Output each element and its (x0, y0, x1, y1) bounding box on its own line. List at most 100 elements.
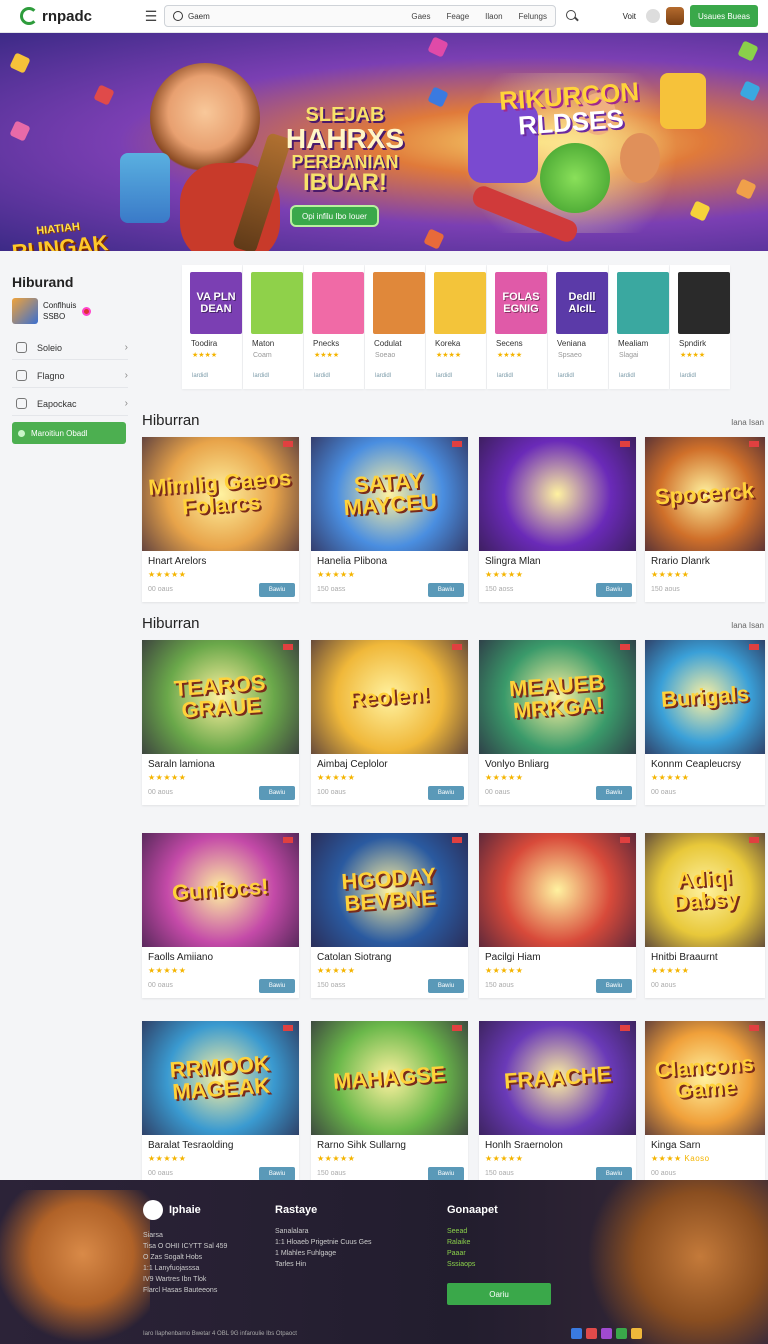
social-twitter-icon[interactable] (571, 1328, 582, 1339)
game-rating: ★★★★ Kaoso (651, 1154, 710, 1163)
play-button[interactable]: Bawiu (596, 786, 632, 800)
play-button[interactable]: Bawiu (596, 1167, 632, 1181)
footer-subscribe-button[interactable]: Oariu (447, 1283, 551, 1305)
game-rating: ★★★★★ (317, 570, 356, 579)
featured-game-card[interactable]: Dedll AIcIL Veniana Spsaeo lardidl (548, 265, 608, 389)
game-plays: 150 aoss (485, 586, 514, 593)
play-button[interactable]: Bawiu (428, 979, 464, 993)
footer-link[interactable]: Ralaike (447, 1237, 498, 1248)
notification-icon[interactable] (645, 9, 660, 23)
gem-icon (427, 36, 449, 58)
featured-game-thumbnail (434, 272, 486, 334)
section-more-link[interactable]: Iana Isan (731, 621, 764, 630)
game-card[interactable]: RRMOOK MAGEAK Baralat Tesraolding ★★★★★ 00 … (142, 1021, 299, 1186)
game-title: Honlh Sraernolon (485, 1140, 563, 1151)
game-rating: ★★★★★ (148, 966, 187, 975)
sidebar-item-label: Eapockac (37, 398, 77, 409)
search-link-1[interactable]: Gaes (411, 12, 430, 21)
game-card[interactable]: Reolen! Aimbaj Ceplolor ★★★★★ 100 oaus Bawiu (311, 640, 468, 805)
game-art-title: Spocerck (654, 477, 756, 510)
game-card[interactable]: SATAY MAYCEU Hanelia Plibona ★★★★★ 150 oass… (311, 437, 468, 602)
featured-game-card[interactable]: Codulat Soeao lardidl (365, 265, 425, 389)
header-cta-button[interactable]: Usaues Bueas (689, 5, 758, 27)
user-avatar[interactable] (665, 7, 684, 25)
visit-link[interactable]: Voit (623, 12, 636, 21)
search-input[interactable]: Gaem (188, 12, 395, 21)
social-youtube-icon[interactable] (586, 1328, 597, 1339)
featured-game-card[interactable]: Pnecks ★★★★ lardidl (304, 265, 364, 389)
play-button[interactable]: Bawiu (259, 583, 295, 597)
social-link-icon[interactable] (631, 1328, 642, 1339)
sidebar-title: Hiburand (12, 274, 74, 290)
footer-column-2: Rastaye Sanalalara 1:1 Hloaeb Prigetnie … (275, 1204, 372, 1270)
search-link-4[interactable]: Felungs (519, 12, 547, 21)
search-link-3[interactable]: Ilaon (485, 12, 502, 21)
game-card[interactable]: Clancons Game Kinga Sarn ★★★★ Kaoso 00 aous (645, 1021, 765, 1186)
play-button[interactable]: Bawiu (259, 1167, 295, 1181)
featured-game-meta: lardidl (497, 373, 514, 379)
featured-game-card[interactable]: FOLAS EGNIG Secens ★★★★ lardidl (487, 265, 547, 389)
footer-link[interactable]: Seead (447, 1226, 498, 1237)
game-art-title: MEAUEB MRKGA! (508, 669, 606, 724)
game-plays: 00 oaus (651, 789, 676, 796)
play-button[interactable]: Bawiu (428, 1167, 464, 1181)
hero-banner[interactable]: HIATIAH RUNGAK SLEJAB HAHRXS PERBANIAN I… (0, 33, 768, 251)
game-plays: 150 oaus (317, 1170, 346, 1177)
featured-game-card[interactable]: Mealiam Slagai lardidl (609, 265, 669, 389)
featured-game-card[interactable]: Koreka ★★★★ lardidl (426, 265, 486, 389)
play-button[interactable]: Bawiu (428, 583, 464, 597)
search-link-2[interactable]: Feage (446, 12, 469, 21)
footer-column-3: Gonaapet Seead Ralaike Paaar Sssiaops (447, 1204, 498, 1270)
play-button[interactable]: Bawiu (428, 786, 464, 800)
footer-link[interactable]: Sssiaops (447, 1259, 498, 1270)
play-button[interactable]: Bawiu (259, 979, 295, 993)
play-button[interactable]: Bawiu (596, 979, 632, 993)
game-card[interactable]: MEAUEB MRKGA! Vonlyo Bnliarg ★★★★★ 00 oaus B… (479, 640, 636, 805)
brand-logo[interactable]: rnpadc (20, 7, 130, 25)
hero-cta-button[interactable]: Opi infilu Ibo Iouer (290, 205, 379, 227)
game-card[interactable]: Slingra Mlan ★★★★★ 150 aoss Bawiu (479, 437, 636, 602)
featured-game-card[interactable]: Spndirk ★★★★ lardidl (670, 265, 730, 389)
new-badge (620, 644, 630, 650)
footer-link[interactable]: Paaar (447, 1248, 498, 1259)
hamburger-menu-icon[interactable]: ☰ (142, 8, 160, 25)
social-instagram-icon[interactable] (601, 1328, 612, 1339)
sidebar-item-2[interactable]: Flagno › (12, 364, 128, 388)
footer-link[interactable]: 1 Mlahles Fuhlgage (275, 1248, 372, 1259)
game-card[interactable]: MAHAGSE Rarno Sihk Sullarng ★★★★★ 150 oaus B… (311, 1021, 468, 1186)
hero-character-small (620, 133, 660, 183)
play-button[interactable]: Bawiu (259, 786, 295, 800)
game-card[interactable]: Gunfocs! Faolls Amiiano ★★★★★ 00 oaus Bawiu (142, 833, 299, 998)
footer-link[interactable]: 1:1 Hloaeb Prigetnie Cuus Ges (275, 1237, 372, 1248)
featured-game-card[interactable]: Maton Coam lardidl (243, 265, 303, 389)
footer-link[interactable]: Sanalalara (275, 1226, 372, 1237)
game-card[interactable]: Mimlig Gaeos Folarcs Hnart Arelors ★★★★★ 00… (142, 437, 299, 602)
footer-logo[interactable]: Iphaie (143, 1200, 227, 1220)
game-title: Rarno Sihk Sullarng (317, 1140, 406, 1151)
game-plays: 00 oaus (148, 982, 173, 989)
social-whatsapp-icon[interactable] (616, 1328, 627, 1339)
sidebar-cta-button[interactable]: Maroitiun Obadl (12, 422, 126, 444)
game-card[interactable]: Adiqi Dabsy Hnitbi Braaurnt ★★★★★ 00 aous (645, 833, 765, 998)
game-card[interactable]: Burigals Konnm Ceapleucrsy ★★★★★ 00 oaus (645, 640, 765, 805)
header-actions: Voit Usaues Bueas (623, 5, 758, 27)
game-card[interactable]: TEAROS GRAUE Saraln lamiona ★★★★★ 00 aous Ba… (142, 640, 299, 805)
sidebar-user[interactable]: Conflhuis SSBO (12, 298, 92, 324)
featured-game-card[interactable]: VA PLN DEAN Toodira ★★★★ lardidl (182, 265, 242, 389)
game-card[interactable]: FRAACHE Honlh Sraernolon ★★★★★ 150 oaus Bawi… (479, 1021, 636, 1186)
section-more-link[interactable]: Iana Isan (731, 418, 764, 427)
game-card[interactable]: HGODAY BEVBNE Catolan Siotrang ★★★★★ 150 oa… (311, 833, 468, 998)
game-plays: 00 oaus (485, 789, 510, 796)
search-button-icon[interactable] (564, 8, 580, 24)
sidebar-item-3[interactable]: Eapockac › (12, 392, 128, 416)
play-button[interactable]: Bawiu (596, 583, 632, 597)
featured-game-subtitle: Spsaeo (558, 352, 582, 359)
footer-link[interactable]: Tarles Hin (275, 1259, 372, 1270)
hero-title-line-1: SLEJAB (305, 104, 385, 126)
search-bar[interactable]: Gaem Gaes Feage Ilaon Felungs (164, 5, 556, 27)
sidebar-item-1[interactable]: Soleio › (12, 336, 128, 360)
footer: Iphaie Siarsa Tisa O OHII ICYTT Sal 459 … (0, 1180, 768, 1344)
hero-gamepad-icon (120, 153, 170, 223)
game-card[interactable]: Pacilgi Hiam ★★★★★ 150 aous Bawiu (479, 833, 636, 998)
game-card[interactable]: Spocerck Rrario Dlanrk ★★★★★ 150 aous (645, 437, 765, 602)
